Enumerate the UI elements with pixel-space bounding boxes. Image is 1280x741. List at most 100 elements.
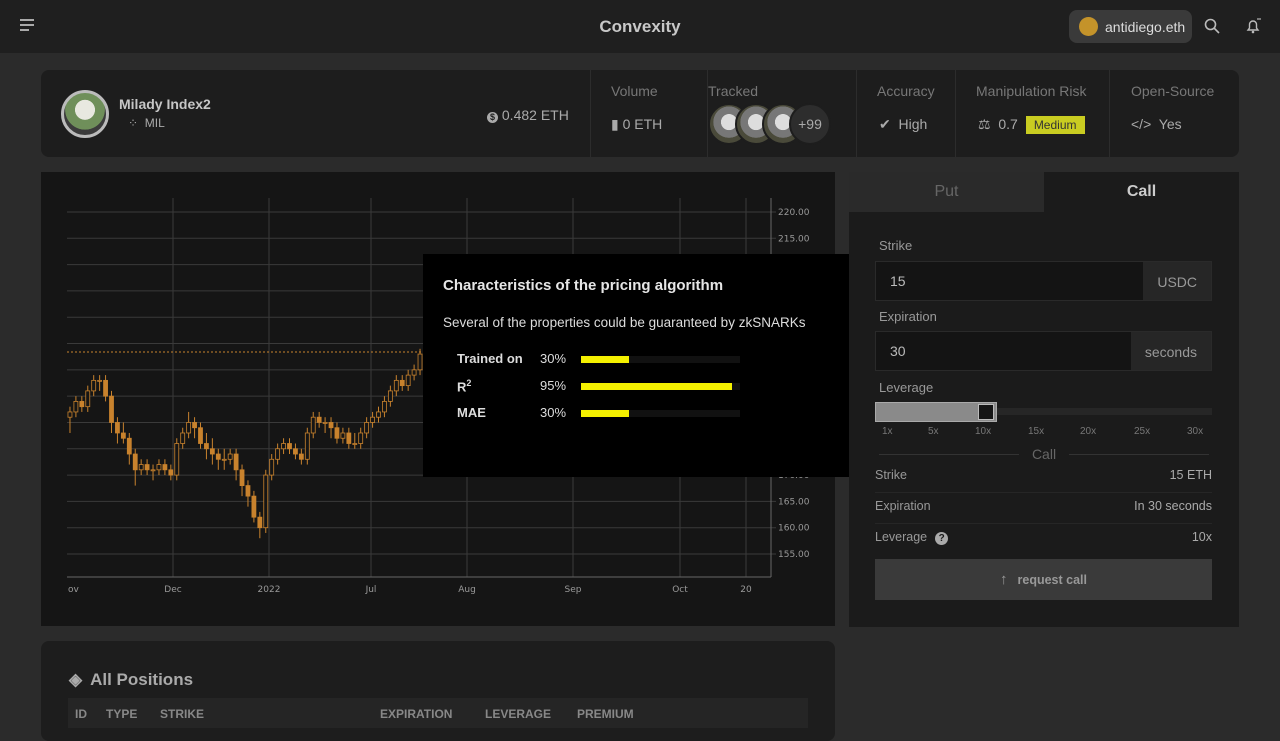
- leverage-tick: 10x: [975, 426, 992, 437]
- candle: [281, 443, 286, 450]
- candle: [91, 379, 97, 392]
- strike-unit: USDC: [1143, 262, 1211, 300]
- candle: [97, 379, 103, 382]
- candle: [115, 422, 120, 434]
- risk-badge: Medium: [1025, 116, 1085, 134]
- strike-field[interactable]: USDC: [875, 261, 1212, 301]
- risk-label: Manipulation Risk: [976, 83, 1087, 99]
- code-icon: </>: [1131, 116, 1159, 132]
- candle: [245, 485, 251, 497]
- pricing-algorithm-tooltip: Characteristics of the pricing algorithm…: [423, 254, 857, 477]
- layers-icon: ◈: [69, 670, 83, 689]
- metric-bar-fill: [581, 356, 629, 363]
- metric-bar-fill: [581, 410, 629, 417]
- candle: [180, 432, 186, 444]
- candle: [103, 379, 108, 397]
- check-badge-icon: ✔: [879, 116, 899, 132]
- metric-label: R: [457, 379, 467, 395]
- candle: [257, 516, 263, 529]
- opensource-value: Yes: [1158, 116, 1182, 132]
- tracked-more[interactable]: +99: [789, 103, 831, 145]
- search-icon[interactable]: [1204, 18, 1220, 34]
- candle: [293, 448, 298, 455]
- strike-input[interactable]: [876, 262, 1144, 300]
- candle: [156, 464, 162, 471]
- candle: [328, 422, 334, 429]
- candle: [417, 353, 423, 371]
- candle: [411, 369, 417, 376]
- trade-panel: Put Call Strike USDC Expiration seconds …: [849, 172, 1239, 627]
- expiration-input[interactable]: [876, 332, 1131, 370]
- expiration-label: Expiration: [879, 309, 937, 324]
- asset-avatar: [61, 90, 109, 138]
- bell-icon[interactable]: [1245, 18, 1261, 34]
- candle: [316, 416, 322, 423]
- asset-price: 0.482 ETH: [501, 107, 569, 123]
- x-tick-label: Oct: [672, 585, 688, 595]
- accuracy-value: High: [898, 116, 928, 132]
- leverage-tick: 25x: [1134, 426, 1151, 437]
- y-tick-label: 220.00: [778, 208, 810, 218]
- metric-value: 95%: [540, 378, 567, 393]
- candle: [186, 422, 192, 434]
- col-leverage[interactable]: LEVERAGE: [485, 707, 551, 721]
- stat-accuracy: Accuracy ✔ High: [856, 70, 955, 157]
- summary-leverage: Leverage? 10x: [875, 524, 1212, 555]
- candle: [144, 464, 150, 471]
- price-chart[interactable]: 220.00215.00210.00205.00200.00195.00190.…: [41, 172, 857, 626]
- col-premium[interactable]: PREMIUM: [577, 707, 634, 721]
- col-expiration[interactable]: EXPIRATION: [380, 707, 452, 721]
- accuracy-label: Accuracy: [877, 83, 935, 99]
- col-type[interactable]: TYPE: [106, 707, 137, 721]
- help-icon[interactable]: ?: [935, 532, 949, 545]
- candle: [221, 458, 227, 461]
- volume-value: 0 ETH: [622, 116, 663, 132]
- risk-value: 0.7: [998, 116, 1018, 132]
- candle: [298, 453, 304, 460]
- leverage-slider-thumb[interactable]: [977, 404, 994, 420]
- arrow-up-icon: ↑: [1000, 571, 1008, 588]
- candle: [251, 495, 257, 518]
- wallet-button[interactable]: antidiego.eth: [1069, 10, 1192, 43]
- x-tick-label: Sep: [565, 585, 582, 595]
- candle: [233, 453, 239, 471]
- y-tick-label: 155.00: [778, 550, 810, 560]
- candle: [340, 432, 346, 439]
- stat-tracked: Tracked +99: [707, 70, 856, 157]
- request-call-button[interactable]: ↑ request call: [875, 559, 1212, 600]
- top-bar: Convexity antidiego.eth: [0, 0, 1280, 53]
- y-tick-label: 215.00: [778, 234, 810, 244]
- tab-put[interactable]: Put: [849, 172, 1044, 212]
- tab-call[interactable]: Call: [1044, 172, 1239, 212]
- candle: [382, 401, 387, 413]
- col-id[interactable]: ID: [75, 707, 87, 721]
- candle: [269, 458, 275, 476]
- col-strike[interactable]: STRIKE: [160, 707, 204, 721]
- candle: [204, 443, 209, 450]
- candle: [393, 379, 399, 392]
- spinner-icon: ⁘: [128, 116, 142, 130]
- expiration-field[interactable]: seconds: [875, 331, 1212, 371]
- candle: [358, 432, 364, 444]
- wallet-avatar: [1079, 17, 1098, 36]
- leverage-slider[interactable]: [875, 402, 1212, 422]
- asset-symbol: MIL: [144, 116, 165, 130]
- summary-strike: Strike 15 ETH: [875, 462, 1212, 493]
- tooltip-title: Characteristics of the pricing algorithm: [443, 277, 724, 294]
- candle: [275, 448, 281, 460]
- metric-bar: [581, 383, 740, 390]
- candle: [346, 432, 352, 444]
- asset-price-row: $ 0.482 ETH: [487, 107, 569, 123]
- candle: [109, 395, 114, 423]
- candle: [310, 416, 316, 434]
- request-call-label: request call: [1017, 572, 1087, 587]
- x-tick-label: ov: [68, 585, 80, 595]
- asset-symbol-row: ⁘ MIL: [128, 116, 165, 130]
- asset-name: Milady Index2: [119, 96, 211, 112]
- summary-expiration: Expiration In 30 seconds: [875, 493, 1212, 524]
- metric-r2: R2 95%: [457, 378, 757, 396]
- summary-label: Leverage: [875, 530, 928, 544]
- x-tick-label: Aug: [458, 585, 476, 595]
- metric-trained-on: Trained on 30%: [457, 351, 757, 369]
- asset-header: Milady Index2 ⁘ MIL $ 0.482 ETH Volume ▮…: [41, 70, 1239, 157]
